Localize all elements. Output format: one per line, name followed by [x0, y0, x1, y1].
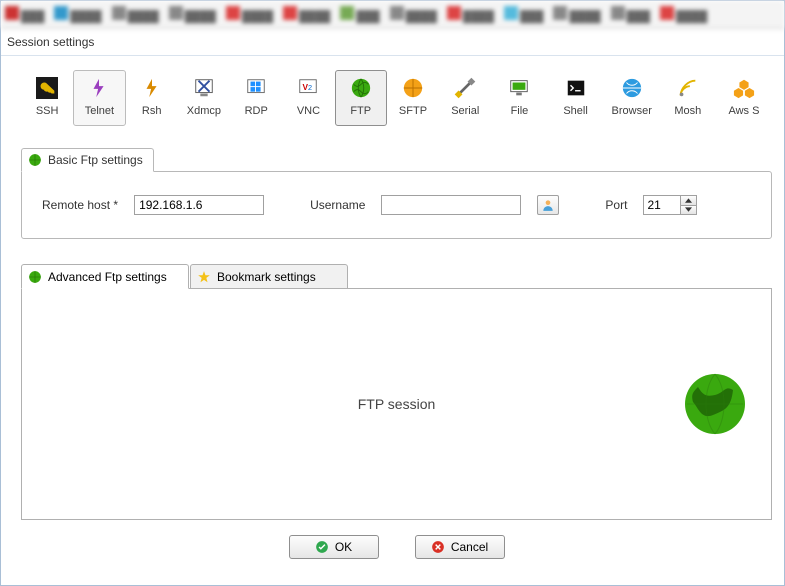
globe-icon: [28, 153, 42, 167]
subtab-label: Advanced Ftp settings: [48, 270, 167, 284]
protocol-ssh[interactable]: SSH: [21, 70, 73, 126]
username-label: Username: [310, 198, 365, 212]
globe-icon: [28, 270, 42, 284]
protocol-label: Shell: [563, 105, 587, 117]
protocol-label: RDP: [245, 105, 268, 117]
protocol-label: SFTP: [399, 105, 427, 117]
tab-advanced-ftp-settings[interactable]: Advanced Ftp settings: [21, 264, 189, 289]
port-spinner[interactable]: [643, 195, 697, 215]
svg-text:2: 2: [308, 83, 312, 92]
protocol-tabs: SSH Telnet Rsh Xdmcp RDP V2 VNC F: [21, 70, 772, 126]
remote-host-label: Remote host: [42, 198, 118, 212]
tab-basic-ftp-settings[interactable]: Basic Ftp settings: [21, 148, 154, 172]
window-title: Session settings: [1, 29, 784, 56]
protocol-label: SSH: [36, 105, 59, 117]
browser-bookmarks-bar: ███ ████ ████ ████ ████ ████ ███ ████ ██…: [1, 1, 784, 29]
monitor-icon: [508, 77, 530, 99]
key-icon: [36, 77, 58, 99]
vnc-icon: V2: [297, 77, 319, 99]
close-circle-icon: [431, 540, 445, 554]
lightning-icon: [141, 77, 163, 99]
windows-icon: [245, 77, 267, 99]
protocol-sftp[interactable]: SFTP: [387, 70, 439, 126]
button-label: Cancel: [451, 540, 488, 554]
protocol-ftp[interactable]: FTP: [335, 70, 387, 126]
ok-button[interactable]: OK: [289, 535, 379, 559]
protocol-xdmcp[interactable]: Xdmcp: [178, 70, 230, 126]
protocol-label: Xdmcp: [187, 105, 221, 117]
protocol-label: Browser: [612, 105, 652, 117]
globe-icon: [402, 77, 424, 99]
protocol-telnet[interactable]: Telnet: [73, 70, 125, 126]
remote-host-input[interactable]: [134, 195, 264, 215]
protocol-browser[interactable]: Browser: [604, 70, 660, 126]
chevron-down-icon: [685, 207, 692, 212]
session-title: FTP session: [358, 396, 436, 412]
globe-icon: [683, 372, 747, 436]
lightning-icon: [88, 77, 110, 99]
username-input[interactable]: [381, 195, 521, 215]
chevron-up-icon: [685, 198, 692, 203]
protocol-file[interactable]: File: [491, 70, 547, 126]
cubes-icon: [733, 77, 755, 99]
protocol-aws[interactable]: Aws S: [716, 70, 772, 126]
person-icon: [541, 198, 555, 212]
protocol-label: FTP: [350, 105, 371, 117]
port-down-button[interactable]: [681, 206, 696, 215]
protocol-label: Serial: [451, 105, 479, 117]
protocol-label: Aws S: [728, 105, 759, 117]
tab-label: Basic Ftp settings: [48, 153, 143, 167]
protocol-serial[interactable]: Serial: [439, 70, 491, 126]
port-label: Port: [605, 198, 627, 212]
globe-icon: [350, 77, 372, 99]
protocol-rdp[interactable]: RDP: [230, 70, 282, 126]
satellite-icon: [677, 77, 699, 99]
tab-bookmark-settings[interactable]: Bookmark settings: [190, 264, 348, 289]
x11-icon: [193, 77, 215, 99]
protocol-label: Rsh: [142, 105, 162, 117]
protocol-label: VNC: [297, 105, 320, 117]
protocol-label: Mosh: [674, 105, 701, 117]
globe-icon: [621, 77, 643, 99]
cable-icon: [454, 77, 476, 99]
advanced-settings-panel: FTP session: [21, 288, 772, 520]
basic-settings-panel: Remote host Username Port: [21, 171, 772, 239]
port-up-button[interactable]: [681, 196, 696, 206]
protocol-label: Telnet: [85, 105, 114, 117]
cancel-button[interactable]: Cancel: [415, 535, 505, 559]
protocol-mosh[interactable]: Mosh: [660, 70, 716, 126]
check-circle-icon: [315, 540, 329, 554]
protocol-rsh[interactable]: Rsh: [126, 70, 178, 126]
user-picker-button[interactable]: [537, 195, 559, 215]
star-icon: [197, 270, 211, 284]
terminal-icon: [565, 77, 587, 99]
subtab-label: Bookmark settings: [217, 270, 316, 284]
port-input[interactable]: [644, 196, 680, 214]
button-label: OK: [335, 540, 352, 554]
protocol-shell[interactable]: Shell: [548, 70, 604, 126]
protocol-vnc[interactable]: V2 VNC: [282, 70, 334, 126]
protocol-label: File: [511, 105, 529, 117]
